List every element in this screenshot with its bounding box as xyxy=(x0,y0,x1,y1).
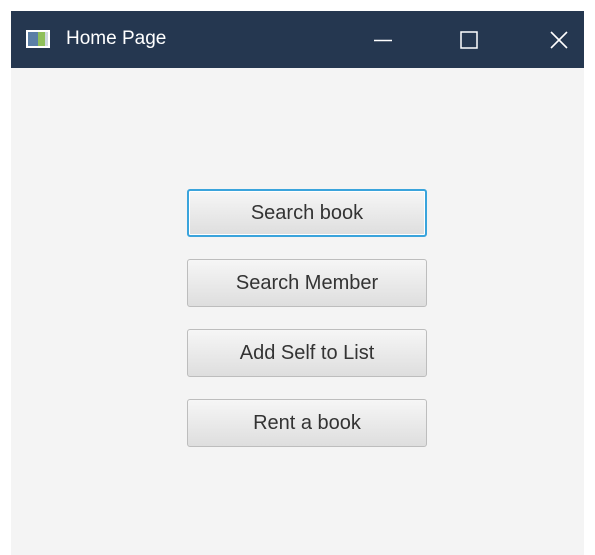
close-button[interactable] xyxy=(531,11,587,68)
search-member-button[interactable]: Search Member xyxy=(187,259,427,307)
app-icon xyxy=(26,30,50,48)
search-book-label: Search book xyxy=(250,201,364,224)
add-self-to-list-label: Add Self to List xyxy=(239,341,375,364)
search-member-label: Search Member xyxy=(235,271,379,294)
minimize-button[interactable] xyxy=(355,11,411,68)
app-window: Home Page Search book Search Member Add … xyxy=(11,11,584,555)
add-self-to-list-button[interactable]: Add Self to List xyxy=(187,329,427,377)
search-book-button[interactable]: Search book xyxy=(187,189,427,237)
rent-a-book-button[interactable]: Rent a book xyxy=(187,399,427,447)
window-title: Home Page xyxy=(66,28,167,49)
minimize-icon xyxy=(374,39,392,41)
maximize-icon xyxy=(460,30,478,49)
close-icon xyxy=(550,30,568,49)
maximize-button[interactable] xyxy=(441,11,497,68)
home-content: Search book Search Member Add Self to Li… xyxy=(11,68,584,555)
title-bar[interactable]: Home Page xyxy=(11,11,584,68)
rent-a-book-label: Rent a book xyxy=(253,411,361,434)
